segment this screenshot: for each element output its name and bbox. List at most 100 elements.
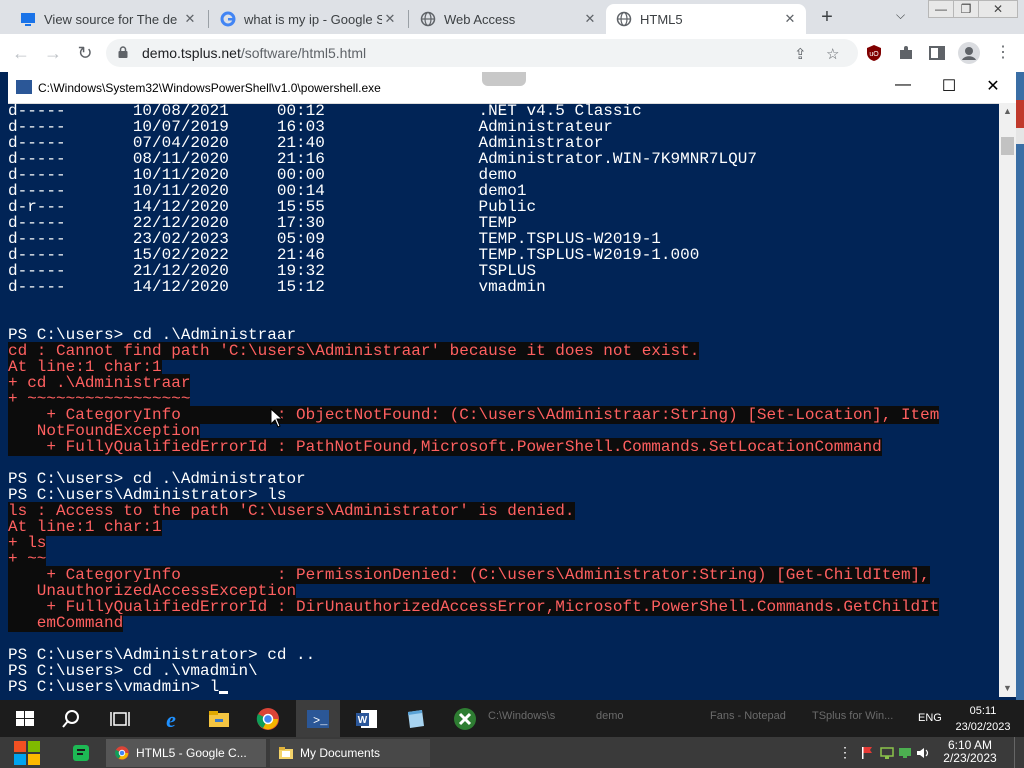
close-icon[interactable]: ✕ xyxy=(382,11,398,27)
lock-icon xyxy=(118,46,128,58)
flag-icon[interactable] xyxy=(860,746,874,760)
share-icon[interactable]: ⇪ xyxy=(794,45,807,63)
console-error-line: UnauthorizedAccessException xyxy=(8,582,297,600)
console-line: d-r--- 14/12/2020 15:55 Public xyxy=(8,198,537,216)
console-line: d----- 07/04/2020 21:40 Administrator xyxy=(8,134,604,152)
windows-orb-icon[interactable] xyxy=(10,738,44,768)
monitor-icon xyxy=(20,11,36,27)
back-button[interactable]: ← xyxy=(10,42,32,64)
tab-label: View source for The de xyxy=(44,11,178,27)
tab-label: Web Access xyxy=(444,11,516,27)
console-error-line: + ~~~~~~~~~~~~~~~~~ xyxy=(8,390,191,408)
minimize-button[interactable]: — xyxy=(928,0,954,18)
svg-text:e: e xyxy=(166,707,176,732)
ghost-taskbar-item: demo xyxy=(596,710,624,722)
console-output[interactable]: d----- 10/08/2021 00:12 .NET v4.5 Classi… xyxy=(8,103,998,697)
remote-date: 23/02/2023 xyxy=(955,721,1011,733)
close-icon[interactable]: ✕ xyxy=(582,11,598,27)
powershell-icon xyxy=(16,80,32,94)
console-error-line: + CategoryInfo : ObjectNotFound: (C:\use… xyxy=(8,406,940,424)
console-error-line: ls : Access to the path 'C:\users\Admini… xyxy=(8,502,575,520)
remote-clock[interactable]: 05:11 23/02/2023 xyxy=(950,703,1016,735)
windows-start-icon[interactable] xyxy=(12,706,38,732)
text-cursor xyxy=(219,691,229,694)
console-line: d----- 23/02/2023 05:09 TEMP.TSPLUS-W201… xyxy=(8,230,661,248)
word-icon[interactable]: W xyxy=(354,706,380,732)
task-view-icon[interactable] xyxy=(106,706,132,732)
console-line: d----- 10/07/2019 16:03 Administrateur xyxy=(8,118,613,136)
tab-google[interactable]: what is my ip - Google S ✕ xyxy=(210,4,406,34)
taskbar-item-chrome[interactable]: HTML5 - Google C... xyxy=(106,739,266,767)
close-icon[interactable]: ✕ xyxy=(182,11,198,27)
ublock-icon[interactable]: uO xyxy=(865,44,883,62)
console-line: d----- 10/11/2020 00:14 demo1 xyxy=(8,182,527,200)
file-explorer-icon[interactable] xyxy=(206,706,232,732)
remote-taskbar: e >_ W C:\Windows\s demo Fans - Notepad … xyxy=(0,700,1024,739)
reload-button[interactable]: ↻ xyxy=(74,42,96,64)
ghost-taskbar-item: Fans - Notepad xyxy=(710,710,786,722)
chrome-icon xyxy=(115,746,129,760)
console-error-line: At line:1 char:1 xyxy=(8,518,162,536)
overflow-menu-icon[interactable]: ⋮ xyxy=(838,744,852,761)
globe-icon xyxy=(616,11,632,27)
puzzle-icon[interactable] xyxy=(897,44,915,62)
console-error-line: + CategoryInfo : PermissionDenied: (C:\u… xyxy=(8,566,930,584)
search-icon[interactable] xyxy=(58,706,84,732)
menu-icon[interactable]: ⋮ xyxy=(992,42,1014,64)
close-window-button[interactable]: ✕ xyxy=(978,0,1018,18)
taskbar-item-my-documents[interactable]: My Documents xyxy=(270,739,430,767)
input-language[interactable]: ENG xyxy=(918,712,942,724)
local-clock[interactable]: 6:10 AM 2/23/2023 xyxy=(930,739,1010,765)
svg-text:uO: uO xyxy=(869,51,879,58)
scroll-thumb[interactable] xyxy=(1001,137,1014,155)
folder-icon xyxy=(279,747,293,759)
console-error-line: + FullyQualifiedErrorId : PathNotFound,M… xyxy=(8,438,882,456)
google-icon xyxy=(220,11,236,27)
tab-label: HTML5 xyxy=(640,11,683,27)
forward-button[interactable]: → xyxy=(42,42,64,64)
tab-web-access[interactable]: Web Access ✕ xyxy=(410,4,606,34)
window-title: C:\Windows\System32\WindowsPowerShell\v1… xyxy=(38,81,381,95)
remote-desktop-icon[interactable] xyxy=(452,706,478,732)
profile-icon[interactable] xyxy=(958,42,980,64)
console-line: d----- 14/12/2020 15:12 vmadmin xyxy=(8,278,546,296)
url-path: /software/html5.html xyxy=(240,45,367,61)
close-icon[interactable]: ✕ xyxy=(782,11,798,27)
maximize-button[interactable]: ☐ xyxy=(934,76,964,96)
star-icon[interactable]: ☆ xyxy=(826,45,839,63)
console-error-line: + cd .\Administraar xyxy=(8,374,191,392)
powershell-icon: >_ xyxy=(307,710,329,728)
console-scrollbar[interactable]: ▲ ▼ xyxy=(999,103,1016,697)
powershell-taskbar-item[interactable]: >_ xyxy=(296,700,340,739)
console-error-line: emCommand xyxy=(8,614,124,632)
local-date: 2/23/2023 xyxy=(943,751,997,765)
tab-html5[interactable]: HTML5 ✕ xyxy=(606,4,806,34)
svg-text:>_: >_ xyxy=(313,714,328,728)
console-error-line: NotFoundException xyxy=(8,422,201,440)
network-icon[interactable] xyxy=(880,746,894,760)
chevron-down-icon[interactable]: ⌵ xyxy=(896,8,905,23)
green-app-icon[interactable] xyxy=(72,744,90,762)
scroll-down-icon[interactable]: ▼ xyxy=(999,680,1016,697)
minimize-button[interactable]: — xyxy=(888,76,918,94)
edge-ie-icon[interactable]: e xyxy=(158,706,184,732)
session-toolbar-toggle[interactable] xyxy=(482,72,526,86)
monitor-tray-icon[interactable] xyxy=(898,746,912,760)
remote-time: 05:11 xyxy=(969,705,997,717)
chrome-icon[interactable] xyxy=(255,706,281,732)
restore-button[interactable]: ❐ xyxy=(953,0,979,18)
scroll-up-icon[interactable]: ▲ xyxy=(999,103,1016,120)
tab-view-source[interactable]: View source for The de ✕ xyxy=(10,4,206,34)
notepad-icon[interactable] xyxy=(402,706,428,732)
show-desktop-button[interactable] xyxy=(1014,737,1024,768)
close-button[interactable]: ✕ xyxy=(978,76,1008,96)
browser-tab-strip: View source for The de ✕ what is my ip -… xyxy=(0,0,1024,34)
console-line: PS C:\users\Administrator> cd .. xyxy=(8,646,316,664)
address-bar[interactable]: demo.tsplus.net/software/html5.html ⇪ ☆ xyxy=(106,39,858,67)
new-tab-button[interactable]: + xyxy=(816,6,838,28)
console-line: PS C:\users\vmadmin> l xyxy=(8,679,229,695)
sidebar-icon[interactable] xyxy=(928,44,946,62)
browser-toolbar: ← → ↻ demo.tsplus.net/software/html5.htm… xyxy=(0,34,1024,73)
volume-icon[interactable] xyxy=(916,746,930,760)
console-line: PS C:\users> cd .\Administrator xyxy=(8,470,306,488)
